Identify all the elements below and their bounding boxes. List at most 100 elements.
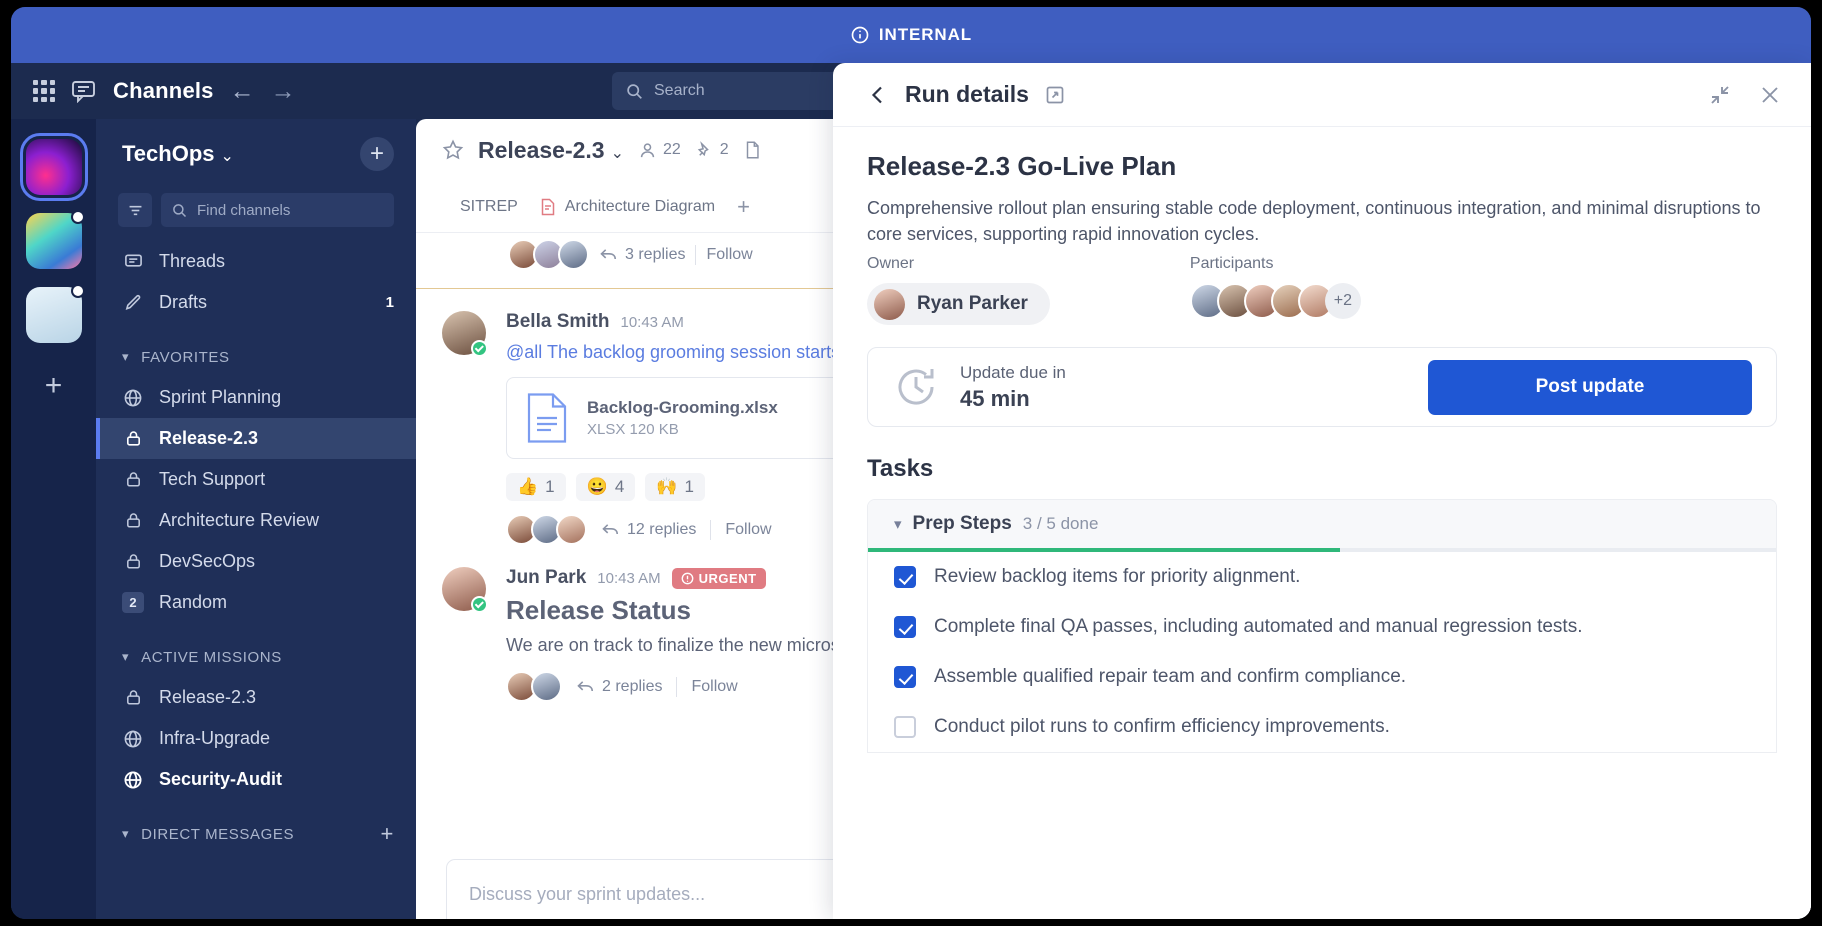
reaction-smile[interactable]: 😀 4 — [575, 473, 636, 502]
sidebar-item-mission-release-2-3[interactable]: Release-2.3 — [96, 677, 416, 718]
channel-members[interactable]: 22 — [638, 141, 681, 160]
reaction-raised-hands[interactable]: 🙌 1 — [645, 473, 705, 502]
sidebar-item-drafts[interactable]: Drafts 1 — [96, 282, 416, 323]
task-group-count: 3 / 5 done — [1022, 514, 1099, 534]
thread-replies-link[interactable]: 12 replies — [601, 521, 696, 539]
globe-icon — [122, 770, 144, 790]
sidebar-item-devsecops[interactable]: DevSecOps — [96, 541, 416, 582]
globe-icon — [122, 729, 144, 749]
thread-replies-link[interactable]: 3 replies — [599, 246, 685, 264]
task-checkbox[interactable] — [894, 566, 916, 589]
open-external-icon[interactable] — [1045, 85, 1065, 105]
chevron-down-icon: ⌄ — [610, 144, 624, 162]
file-icon[interactable] — [743, 140, 762, 160]
plan-title: Release-2.3 Go-Live Plan — [867, 151, 1177, 181]
section-direct-messages[interactable]: ▾ DIRECT MESSAGES + — [96, 814, 416, 854]
avatar[interactable] — [442, 311, 488, 357]
section-favorites[interactable]: ▾ FAVORITES — [96, 337, 416, 377]
grid-apps-icon[interactable] — [33, 80, 55, 102]
sidebar-item-threads[interactable]: Threads — [96, 241, 416, 282]
internal-banner-label: INTERNAL — [878, 25, 973, 44]
task-item[interactable]: Complete final QA passes, including auto… — [868, 602, 1776, 653]
sidebar-item-label: Release-2.3 — [159, 428, 259, 448]
update-label: Update due in — [960, 362, 1066, 382]
message-time: 10:43 AM — [620, 313, 684, 331]
task-item[interactable]: Assemble qualified repair team and confi… — [868, 652, 1776, 703]
task-item[interactable]: Review backlog items for priority alignm… — [868, 552, 1776, 603]
panel-body: Release-2.3 Go-Live Plan Comprehensive r… — [833, 127, 1811, 754]
thread-replies-link[interactable]: 2 replies — [576, 678, 662, 696]
follow-button[interactable]: Follow — [691, 678, 737, 696]
avatar[interactable] — [442, 567, 488, 614]
owner-name: Ryan Parker — [917, 293, 1028, 315]
team-nebula[interactable] — [19, 133, 88, 201]
message-author: Jun Park — [506, 567, 587, 589]
section-active-missions[interactable]: ▾ ACTIVE MISSIONS — [96, 637, 416, 677]
chevron-down-icon: ▾ — [122, 649, 130, 664]
sidebar-item-security-audit[interactable]: Security-Audit — [96, 759, 416, 800]
status-badge: URGENT — [671, 567, 766, 589]
sidebar-item-label: Release-2.3 — [159, 687, 257, 707]
attachment-meta: XLSX 120 KB — [587, 421, 679, 439]
task-item[interactable]: Conduct pilot runs to confirm efficiency… — [868, 702, 1776, 753]
chevron-down-icon: ⌄ — [220, 148, 234, 165]
workspace-header[interactable]: TechOps ⌄ + — [96, 137, 416, 171]
tab-sitrep[interactable]: SITREP — [460, 198, 518, 216]
collapse-icon[interactable] — [1709, 84, 1731, 106]
task-checkbox[interactable] — [894, 616, 916, 639]
owner-avatar — [874, 288, 905, 320]
diagram-file-icon — [541, 198, 555, 215]
filter-icon[interactable] — [118, 193, 152, 227]
sidebar-item-label: Drafts — [159, 292, 208, 312]
find-placeholder: Find channels — [197, 201, 291, 219]
task-checkbox[interactable] — [894, 716, 916, 739]
participants-overflow[interactable]: +2 — [1324, 283, 1361, 320]
team-blueprint[interactable] — [25, 284, 85, 343]
chat-bubble-icon — [72, 81, 95, 103]
info-icon — [851, 26, 869, 44]
new-channel-button[interactable]: + — [360, 137, 394, 171]
sidebar-item-label: Tech Support — [159, 469, 266, 489]
threads-icon — [122, 252, 144, 271]
update-value: 45 min — [960, 385, 1030, 411]
nav-title: Channels — [113, 78, 214, 103]
task-group-header[interactable]: ▾ Prep Steps 3 / 5 done — [868, 500, 1776, 549]
post-update-button[interactable]: Post update — [1428, 359, 1752, 415]
panel-title: Run details — [905, 81, 1029, 107]
sidebar-item-random[interactable]: 2 Random — [96, 582, 416, 623]
reaction-thumbsup[interactable]: 👍 1 — [506, 473, 566, 502]
participants-facepile[interactable]: +2 — [1189, 283, 1361, 320]
new-dm-button[interactable]: + — [381, 821, 394, 847]
arrow-right-icon[interactable]: → — [271, 78, 296, 104]
add-team-button[interactable]: + — [45, 369, 63, 403]
presence-badge — [471, 340, 488, 357]
sidebar-item-infra-upgrade[interactable]: Infra-Upgrade — [96, 718, 416, 759]
panel-header: Run details — [833, 63, 1811, 127]
owner-chip[interactable]: Ryan Parker — [867, 283, 1050, 326]
find-channels-input[interactable]: Find channels — [161, 193, 394, 227]
channel-pins[interactable]: 2 — [695, 140, 729, 160]
add-tab-button[interactable]: + — [737, 194, 750, 220]
globe-icon — [122, 388, 144, 408]
close-icon[interactable] — [1759, 84, 1781, 106]
star-icon[interactable] — [442, 139, 464, 161]
sidebar-item-architecture-review[interactable]: Architecture Review — [96, 500, 416, 541]
task-label: Assemble qualified repair team and confi… — [934, 666, 1407, 688]
unread-dot — [70, 284, 85, 298]
follow-button[interactable]: Follow — [725, 521, 771, 539]
arrow-left-icon[interactable]: ← — [230, 78, 255, 104]
team-aurora[interactable] — [25, 210, 85, 269]
task-checkbox[interactable] — [894, 666, 916, 689]
sidebar-item-release-2-3[interactable]: Release-2.3 — [96, 418, 416, 459]
lock-icon — [122, 470, 144, 489]
sidebar-item-label: Random — [159, 592, 228, 612]
tab-architecture-diagram[interactable]: Architecture Diagram — [540, 198, 715, 216]
search-icon — [627, 83, 642, 99]
sidebar-item-sprint-planning[interactable]: Sprint Planning — [96, 377, 416, 418]
chevron-left-icon[interactable] — [867, 84, 889, 106]
follow-button[interactable]: Follow — [706, 246, 752, 264]
chevron-down-icon: ▾ — [122, 826, 130, 841]
sidebar-item-tech-support[interactable]: Tech Support — [96, 459, 416, 500]
channel-name[interactable]: Release-2.3 ⌄ — [478, 137, 624, 164]
reply-arrow-icon — [602, 524, 619, 535]
